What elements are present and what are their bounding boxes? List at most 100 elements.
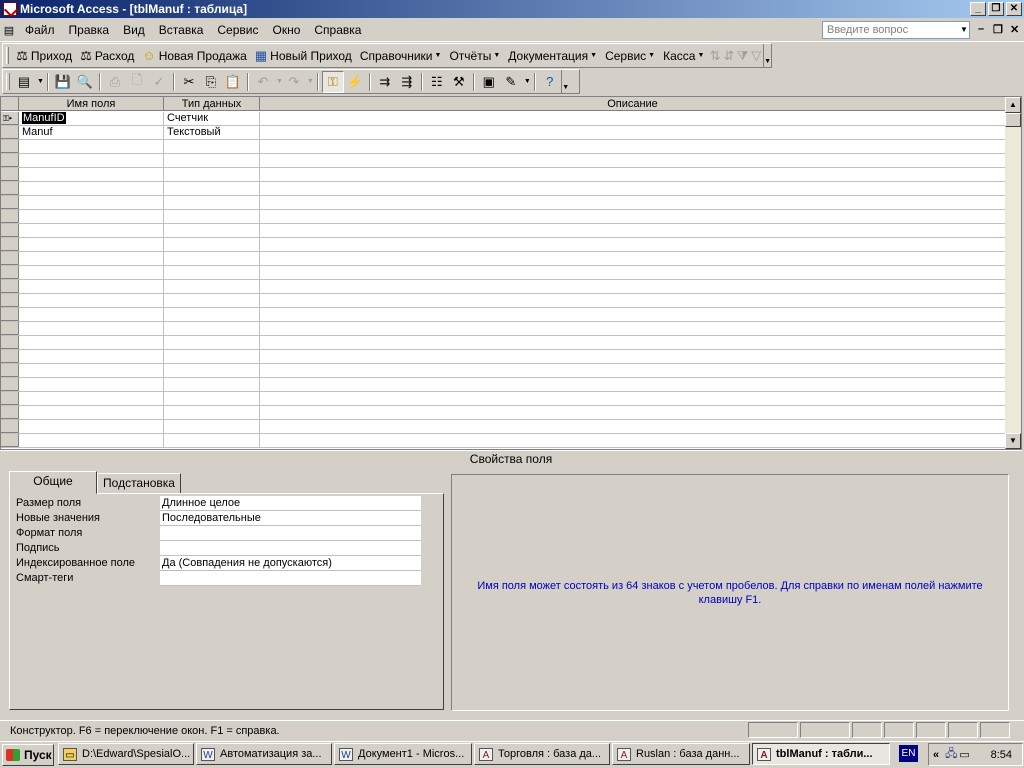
help-icon[interactable]: ? — [539, 71, 561, 93]
field-name-cell[interactable] — [19, 168, 164, 181]
row-selector[interactable] — [1, 294, 19, 307]
toolbar-grip[interactable] — [6, 73, 10, 90]
field-name-cell[interactable] — [19, 280, 164, 293]
data-type-cell[interactable]: Текстовый — [164, 126, 260, 139]
row-selector[interactable] — [1, 350, 19, 363]
data-type-cell[interactable] — [164, 266, 260, 279]
row-selector[interactable] — [1, 266, 19, 279]
empty-field-row[interactable] — [1, 140, 1006, 154]
taskbar-item-active[interactable]: AtblManuf : табли... — [752, 743, 890, 765]
close-button[interactable]: ✕ — [1006, 2, 1022, 16]
file-search-icon[interactable]: 🔍 — [74, 71, 96, 93]
toolbar-options-icon[interactable]: ▼ — [560, 70, 570, 93]
toolbar-service-menu[interactable]: Сервис ▼ — [601, 45, 659, 67]
taskbar-item[interactable]: W Документ1 - Micros... — [334, 743, 472, 765]
menu-edit[interactable]: Правка — [62, 23, 117, 37]
filter-by-selection-icon[interactable]: ⧩ — [736, 45, 750, 67]
description-cell[interactable] — [260, 224, 1006, 237]
description-cell[interactable] — [260, 308, 1006, 321]
language-indicator[interactable]: EN — [899, 745, 918, 762]
data-type-cell[interactable] — [164, 154, 260, 167]
sort-ascending-icon[interactable]: ⇅ — [708, 45, 722, 67]
row-selector[interactable] — [1, 196, 19, 209]
clock[interactable]: 8:54 — [991, 749, 1012, 761]
row-selector[interactable] — [1, 238, 19, 251]
data-type-cell[interactable] — [164, 210, 260, 223]
row-selector[interactable] — [1, 308, 19, 321]
save-icon[interactable]: 💾 — [52, 71, 74, 93]
description-cell[interactable] — [260, 112, 1006, 125]
field-name-cell[interactable] — [19, 266, 164, 279]
data-type-cell[interactable] — [164, 336, 260, 349]
field-name-cell[interactable] — [19, 378, 164, 391]
data-type-cell[interactable]: Счетчик — [164, 112, 260, 125]
row-selector[interactable] — [1, 322, 19, 335]
field-name-cell[interactable] — [19, 350, 164, 363]
new-object-icon[interactable]: ✎ — [500, 71, 522, 93]
empty-field-row[interactable] — [1, 238, 1006, 252]
data-type-cell[interactable] — [164, 406, 260, 419]
format-input[interactable] — [160, 526, 421, 541]
redo-dropdown-icon[interactable]: ▼ — [307, 78, 314, 85]
description-cell[interactable] — [260, 266, 1006, 279]
view-dropdown-icon[interactable]: ▼ — [37, 78, 44, 85]
scroll-down-icon[interactable]: ▼ — [1005, 433, 1021, 449]
row-selector[interactable] — [1, 252, 19, 265]
spelling-icon[interactable]: ✓ — [148, 71, 170, 93]
row-selector-header[interactable] — [1, 97, 19, 110]
print-icon[interactable]: ⎙ — [104, 71, 126, 93]
empty-field-row[interactable] — [1, 322, 1006, 336]
description-cell[interactable] — [260, 126, 1006, 139]
insert-rows-icon[interactable]: ⇉ — [374, 71, 396, 93]
field-name-cell[interactable] — [19, 406, 164, 419]
description-cell[interactable] — [260, 336, 1006, 349]
empty-field-row[interactable] — [1, 406, 1006, 420]
description-cell[interactable] — [260, 364, 1006, 377]
toolbar-references-menu[interactable]: Справочники ▼ — [356, 45, 446, 67]
data-type-cell[interactable] — [164, 196, 260, 209]
empty-field-row[interactable] — [1, 308, 1006, 322]
cut-icon[interactable]: ✂ — [178, 71, 200, 93]
data-type-cell[interactable] — [164, 238, 260, 251]
empty-field-row[interactable] — [1, 280, 1006, 294]
build-icon[interactable]: ⚒ — [448, 71, 470, 93]
header-description[interactable]: Описание — [260, 97, 1006, 110]
data-type-cell[interactable] — [164, 364, 260, 377]
row-selector[interactable] — [1, 168, 19, 181]
taskbar-item[interactable]: ▭ D:\Edward\SpesialO... — [58, 743, 194, 765]
smart-tags-input[interactable] — [160, 571, 421, 586]
description-cell[interactable] — [260, 294, 1006, 307]
row-selector[interactable] — [1, 336, 19, 349]
data-type-cell[interactable] — [164, 252, 260, 265]
access-app-icon[interactable] — [3, 2, 17, 16]
row-selector[interactable] — [1, 378, 19, 391]
description-cell[interactable] — [260, 420, 1006, 433]
row-selector[interactable] — [1, 210, 19, 223]
field-name-cell[interactable] — [19, 322, 164, 335]
database-window-icon[interactable]: ▣ — [478, 71, 500, 93]
field-name-cell[interactable] — [19, 434, 164, 447]
description-cell[interactable] — [260, 280, 1006, 293]
mdi-close-button[interactable]: ✕ — [1010, 23, 1019, 36]
new-object-dropdown-icon[interactable]: ▼ — [524, 78, 531, 85]
empty-field-row[interactable] — [1, 168, 1006, 182]
mdi-minimize-button[interactable]: – — [978, 23, 984, 35]
taskbar-item[interactable]: A Ruslan : база данн... — [612, 743, 750, 765]
description-cell[interactable] — [260, 140, 1006, 153]
data-type-cell[interactable] — [164, 420, 260, 433]
row-selector[interactable] — [1, 392, 19, 405]
apply-filter-icon[interactable]: ▽ — [749, 45, 763, 67]
data-type-cell[interactable] — [164, 350, 260, 363]
taskbar-item[interactable]: W Автоматизация за... — [196, 743, 332, 765]
empty-field-row[interactable] — [1, 196, 1006, 210]
data-type-cell[interactable] — [164, 224, 260, 237]
toolbar-grip[interactable] — [6, 47, 10, 64]
data-type-cell[interactable] — [164, 140, 260, 153]
properties-icon[interactable]: ☷ — [426, 71, 448, 93]
redo-icon[interactable]: ↷ — [283, 71, 305, 93]
empty-field-row[interactable] — [1, 392, 1006, 406]
field-name-cell[interactable] — [19, 154, 164, 167]
field-name-cell[interactable] — [19, 420, 164, 433]
empty-field-row[interactable] — [1, 182, 1006, 196]
header-field-name[interactable]: Имя поля — [19, 97, 164, 110]
